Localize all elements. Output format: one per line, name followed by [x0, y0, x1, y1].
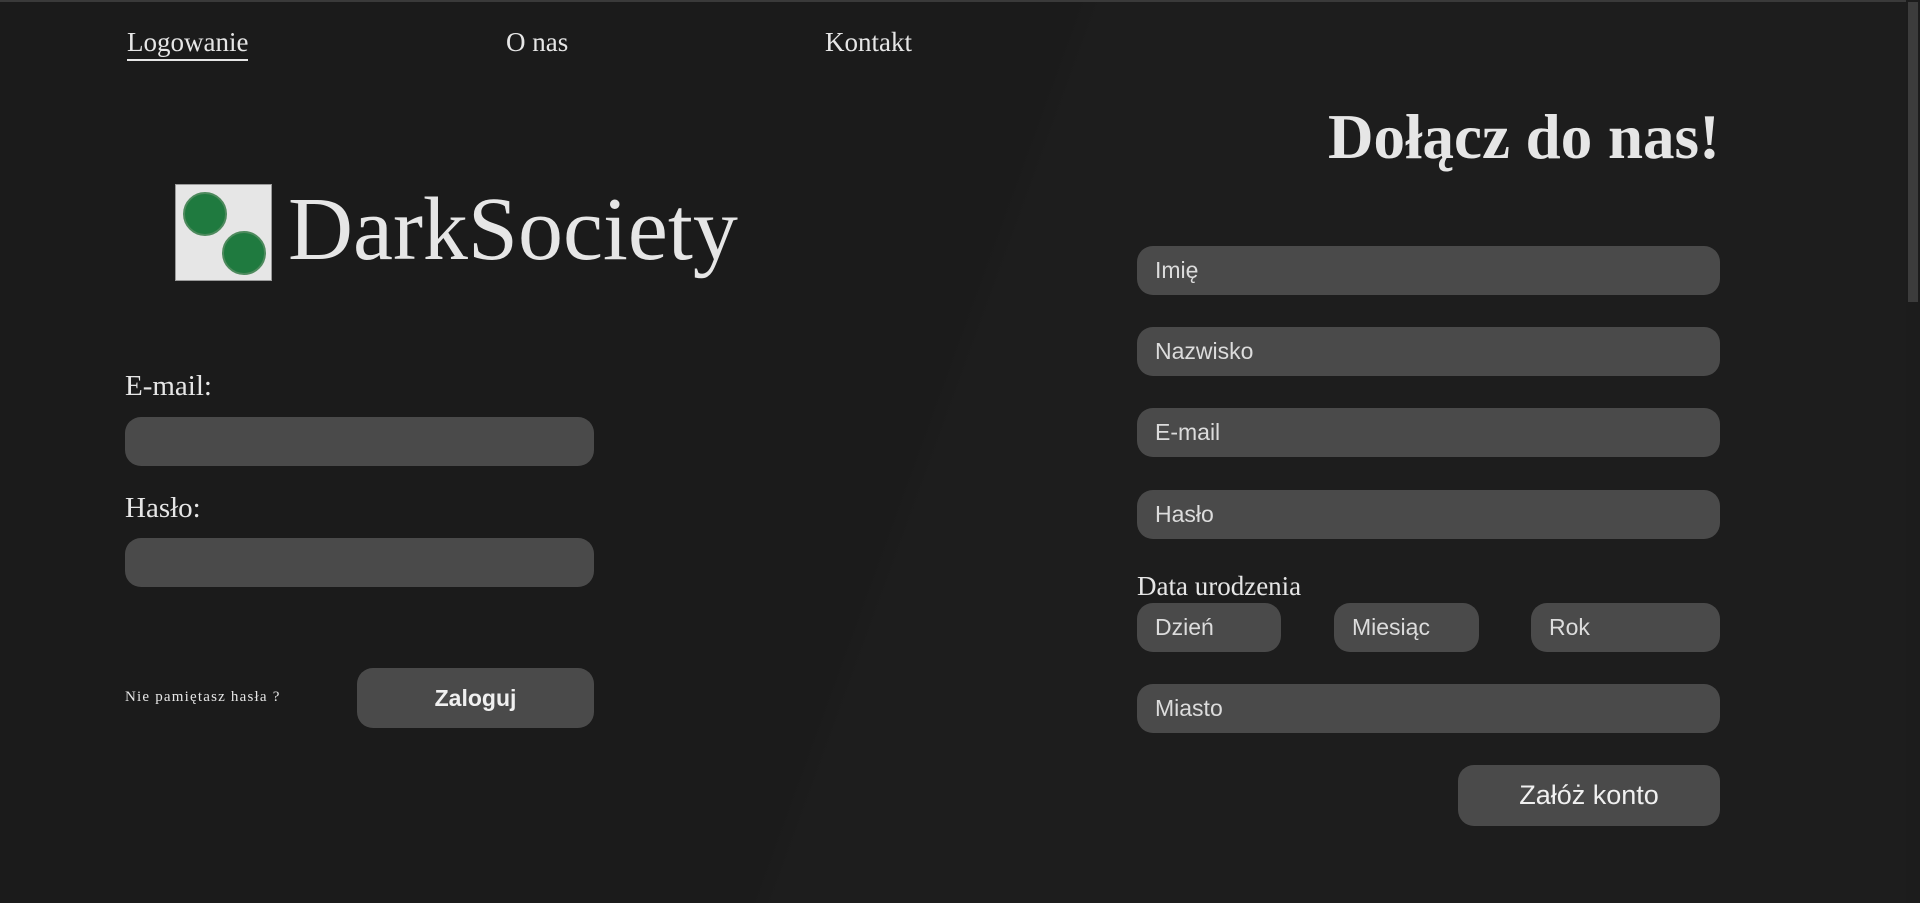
nav-contact-link[interactable]: Kontakt [825, 26, 912, 58]
login-email-input[interactable] [125, 417, 594, 466]
register-password-input[interactable] [1137, 490, 1720, 539]
city-input[interactable] [1137, 684, 1720, 733]
register-email-input[interactable] [1137, 408, 1720, 457]
login-password-input[interactable] [125, 538, 594, 587]
first-name-input[interactable] [1137, 246, 1720, 295]
register-title: Dołącz do nas! [1328, 102, 1720, 172]
logo-icon [175, 184, 272, 281]
nav-about-link[interactable]: O nas [506, 26, 568, 58]
create-account-button[interactable]: Załóż konto [1458, 765, 1720, 826]
page-scrollbar[interactable] [1906, 0, 1920, 903]
birth-year-input[interactable] [1531, 603, 1720, 652]
login-button[interactable]: Zaloguj [357, 668, 594, 728]
birthdate-label: Data urodzenia [1137, 571, 1302, 601]
password-label: Hasło: [125, 492, 201, 524]
birth-day-input[interactable] [1137, 603, 1281, 652]
scrollbar-thumb[interactable] [1908, 2, 1918, 302]
nav-login-link[interactable]: Logowanie [127, 26, 249, 61]
top-border [0, 0, 1920, 2]
logo-dot [183, 192, 227, 236]
birth-month-input[interactable] [1334, 603, 1479, 652]
forgot-password-link[interactable]: Nie pamiętasz hasła ? [125, 689, 281, 706]
email-label: E-mail: [125, 370, 212, 402]
last-name-input[interactable] [1137, 327, 1720, 376]
logo-text: DarkSociety [288, 180, 738, 279]
logo-dot [222, 231, 266, 275]
